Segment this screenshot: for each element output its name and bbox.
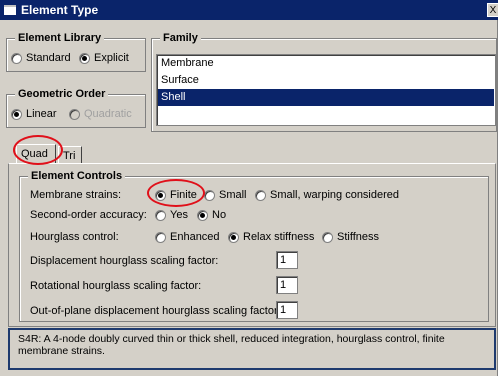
outofplane-factor-label: Out-of-plane displacement hourglass scal… <box>30 305 281 317</box>
radio-relax-stiffness-label: Relax stiffness <box>243 231 315 243</box>
radio-relax-stiffness-button[interactable] <box>228 231 239 243</box>
radio-no[interactable]: No <box>197 209 226 221</box>
radio-explicit-button[interactable] <box>79 52 90 64</box>
radio-small[interactable]: Small <box>204 189 247 201</box>
radio-yes-label: Yes <box>170 209 188 221</box>
description-line-2: membrane strains. <box>18 345 105 357</box>
rotational-factor-field[interactable]: 1 <box>276 276 298 294</box>
radio-stiffness-button[interactable] <box>322 231 333 243</box>
outofplane-factor-field[interactable]: 1 <box>276 301 298 319</box>
radio-finite-button[interactable] <box>155 189 166 201</box>
geometric-order-legend: Geometric Order <box>15 87 109 101</box>
membrane-strains-label: Membrane strains: <box>30 189 122 201</box>
close-button[interactable]: X <box>487 3 498 17</box>
radio-standard-label: Standard <box>26 52 71 64</box>
radio-small-warping[interactable]: Small, warping considered <box>255 189 399 201</box>
radio-quadratic[interactable]: Quadratic <box>69 108 132 120</box>
second-order-label: Second-order accuracy: <box>30 209 147 221</box>
family-legend: Family <box>160 31 201 45</box>
radio-small-button[interactable] <box>204 189 215 201</box>
displacement-factor-label: Displacement hourglass scaling factor: <box>30 255 219 267</box>
description-line-1: S4R: A 4-node doubly curved thin or thic… <box>18 333 445 345</box>
radio-explicit[interactable]: Explicit <box>79 52 129 64</box>
radio-no-button[interactable] <box>197 209 208 221</box>
title-bar: Element Type X <box>0 0 498 20</box>
radio-relax-stiffness[interactable]: Relax stiffness <box>228 231 314 243</box>
radio-no-label: No <box>212 209 227 221</box>
radio-finite-label: Finite <box>170 189 197 201</box>
window-icon <box>4 5 16 15</box>
radio-small-warping-label: Small, warping considered <box>270 189 400 201</box>
radio-yes-button[interactable] <box>155 209 166 221</box>
element-library-legend: Element Library <box>15 31 105 45</box>
family-item-membrane[interactable]: Membrane <box>158 55 494 72</box>
element-type-dialog: Element Type X Element Library Standard … <box>0 0 498 376</box>
family-list[interactable]: Membrane Surface Shell <box>156 54 496 126</box>
element-description: S4R: A 4-node doubly curved thin or thic… <box>8 328 496 370</box>
tab-tri[interactable]: Tri <box>58 146 82 164</box>
radio-stiffness[interactable]: Stiffness <box>322 231 379 243</box>
element-library-group: Element Library Standard Explicit <box>6 31 146 72</box>
family-item-surface[interactable]: Surface <box>158 72 494 89</box>
displacement-factor-field[interactable]: 1 <box>276 251 298 269</box>
radio-quadratic-label: Quadratic <box>84 108 132 120</box>
radio-yes[interactable]: Yes <box>155 209 188 221</box>
radio-linear[interactable]: Linear <box>11 108 57 120</box>
radio-quadratic-button[interactable] <box>69 108 80 120</box>
rotational-factor-label: Rotational hourglass scaling factor: <box>30 280 202 292</box>
radio-linear-label: Linear <box>26 108 57 120</box>
radio-standard[interactable]: Standard <box>11 52 71 64</box>
radio-explicit-label: Explicit <box>94 52 129 64</box>
radio-finite[interactable]: Finite <box>155 189 197 201</box>
element-controls-legend: Element Controls <box>28 169 126 183</box>
radio-small-warping-button[interactable] <box>255 189 266 201</box>
radio-small-label: Small <box>219 189 247 201</box>
radio-enhanced-label: Enhanced <box>170 231 220 243</box>
radio-standard-button[interactable] <box>11 52 22 64</box>
quad-tab-panel: Element Controls <box>8 163 496 327</box>
geometric-order-group: Geometric Order Linear Quadratic <box>6 87 146 128</box>
radio-enhanced-button[interactable] <box>155 231 166 243</box>
family-item-shell[interactable]: Shell <box>158 89 494 106</box>
window-title: Element Type <box>21 3 99 17</box>
hourglass-control-label: Hourglass control: <box>30 231 119 243</box>
radio-linear-button[interactable] <box>11 108 22 120</box>
radio-stiffness-label: Stiffness <box>337 231 379 243</box>
radio-enhanced[interactable]: Enhanced <box>155 231 220 243</box>
tab-quad[interactable]: Quad <box>16 144 56 164</box>
